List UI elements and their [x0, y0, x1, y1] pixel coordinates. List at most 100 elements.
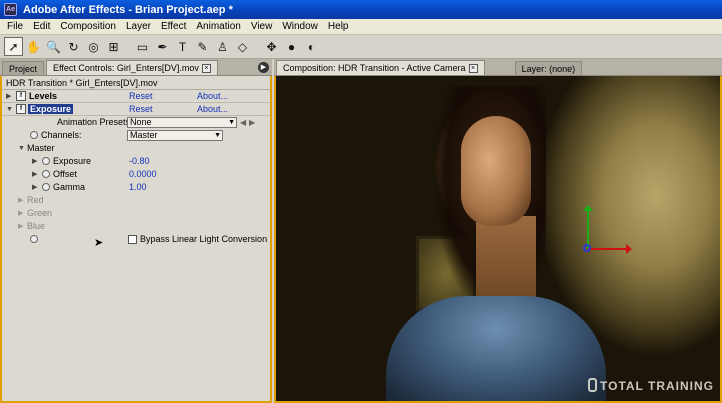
menu-animation[interactable]: Animation	[191, 19, 245, 35]
animation-presets-label: Animation Presets:	[57, 117, 133, 127]
channels-value: Master	[130, 130, 158, 140]
exposure-value-scrubber[interactable]: -0.80	[129, 155, 150, 168]
param-exposure-row: ▶ Exposure -0.80	[2, 155, 270, 168]
channels-row: Channels: Master ▼	[2, 129, 270, 142]
effect-controls-panel: Project Effect Controls: Girl_Enters[DV]…	[0, 59, 272, 403]
expand-triangle-icon[interactable]: ▶	[32, 181, 37, 194]
close-tab-icon[interactable]: ×	[201, 64, 211, 74]
bypass-checkbox[interactable]	[128, 235, 137, 244]
composition-viewer[interactable]: TOTAL TRAINING	[274, 76, 722, 403]
collapse-triangle-icon[interactable]: ▼	[18, 142, 25, 155]
animation-presets-dropdown[interactable]: None ▼	[127, 117, 237, 128]
after-effects-app-icon: Ae	[4, 3, 17, 16]
bypass-row: Bypass Linear Light Conversion	[2, 233, 270, 246]
rotation-tool-icon[interactable]: ↻	[64, 37, 83, 56]
menu-view[interactable]: View	[246, 19, 278, 35]
chevron-down-icon: ▼	[214, 132, 221, 139]
menu-layer[interactable]: Layer	[121, 19, 156, 35]
prev-preset-icon[interactable]: ◀	[240, 116, 246, 129]
effect-name: Exposure	[28, 104, 74, 114]
close-tab-icon[interactable]: ×	[468, 64, 478, 74]
left-panel-tabs: Project Effect Controls: Girl_Enters[DV]…	[0, 59, 272, 76]
menu-effect[interactable]: Effect	[156, 19, 191, 35]
composition-panel: Composition: HDR Transition - Active Cam…	[274, 59, 722, 403]
fx-toggle-icon[interactable]: f	[16, 104, 26, 114]
master-label: Master	[27, 143, 55, 153]
clone-stamp-tool-icon[interactable]: ♙	[213, 37, 232, 56]
gamma-value-scrubber[interactable]: 1.00	[129, 181, 147, 194]
rectangle-mask-tool-icon[interactable]: ▭	[133, 37, 152, 56]
z-axis-gizmo[interactable]	[583, 244, 591, 252]
zoom-tool-icon[interactable]: 🔍	[44, 37, 63, 56]
menu-file[interactable]: File	[2, 19, 28, 35]
about-button[interactable]: About...	[197, 90, 228, 103]
stopwatch-icon[interactable]	[30, 131, 38, 139]
group-green-row[interactable]: ▶ Green	[2, 207, 270, 220]
view-axis-mode-icon[interactable]: ◐	[302, 37, 321, 56]
effect-controls-body: HDR Transition * Girl_Enters[DV].mov ▶ f…	[0, 76, 272, 403]
eraser-tool-icon[interactable]: ◇	[233, 37, 252, 56]
collapse-triangle-icon[interactable]: ▼	[6, 103, 13, 116]
reset-button[interactable]: Reset	[129, 90, 153, 103]
group-blue-row[interactable]: ▶ Blue	[2, 220, 270, 233]
stopwatch-icon[interactable]	[42, 170, 50, 178]
local-axis-mode-icon[interactable]: ✥	[262, 37, 281, 56]
about-button[interactable]: About...	[197, 103, 228, 116]
bypass-label: Bypass Linear Light Conversion	[140, 234, 268, 244]
param-offset-row: ▶ Offset 0.0000	[2, 168, 270, 181]
hand-tool-icon[interactable]: ✋	[24, 37, 43, 56]
stopwatch-icon[interactable]	[30, 235, 38, 243]
tab-layer[interactable]: Layer: (none)	[514, 61, 583, 75]
stopwatch-icon[interactable]	[42, 183, 50, 191]
next-preset-icon[interactable]: ▶	[249, 116, 255, 129]
effect-controls-header: HDR Transition * Girl_Enters[DV].mov	[2, 76, 270, 90]
channels-dropdown[interactable]: Master ▼	[127, 130, 223, 141]
expand-triangle-icon[interactable]: ▶	[18, 194, 23, 207]
selection-tool-icon[interactable]: ➚	[4, 37, 23, 56]
menu-edit[interactable]: Edit	[28, 19, 55, 35]
animation-presets-value: None	[130, 117, 152, 127]
expand-triangle-icon[interactable]: ▶	[32, 168, 37, 181]
effect-exposure-row[interactable]: ▼ f Exposure Reset About...	[2, 103, 270, 116]
world-axis-mode-icon[interactable]: ●	[282, 37, 301, 56]
stopwatch-icon[interactable]	[42, 157, 50, 165]
tab-project[interactable]: Project	[2, 61, 45, 75]
effect-name: Levels	[29, 91, 58, 101]
x-axis-gizmo[interactable]	[588, 244, 632, 254]
reset-button[interactable]: Reset	[129, 103, 153, 116]
menu-composition[interactable]: Composition	[55, 19, 121, 35]
tab-composition[interactable]: Composition: HDR Transition - Active Cam…	[276, 60, 485, 75]
group-label: Blue	[27, 221, 46, 231]
offset-value-scrubber[interactable]: 0.0000	[129, 168, 157, 181]
right-panel-tabs: Composition: HDR Transition - Active Cam…	[274, 59, 722, 76]
brush-tool-icon[interactable]: ✎	[193, 37, 212, 56]
panel-menu-arrow-icon[interactable]: ▶	[258, 62, 269, 73]
total-training-watermark: TOTAL TRAINING	[588, 378, 714, 393]
effect-levels-row[interactable]: ▶ f Levels Reset About...	[2, 90, 270, 103]
menu-help[interactable]: Help	[323, 19, 354, 35]
group-label: Green	[27, 208, 53, 218]
subject-shirt	[386, 296, 606, 401]
pan-behind-tool-icon[interactable]: ⊞	[104, 37, 123, 56]
menu-bar: File Edit Composition Layer Effect Anima…	[0, 19, 722, 35]
chevron-down-icon: ▼	[228, 119, 235, 126]
subject-neck	[476, 216, 536, 306]
tab-composition-label: Composition: HDR Transition - Active Cam…	[283, 63, 466, 73]
param-label: Gamma	[53, 182, 86, 192]
param-label: Exposure	[53, 156, 92, 166]
mouse-pointer-icon: ➤	[94, 237, 104, 249]
orbit-camera-tool-icon[interactable]: ◎	[84, 37, 103, 56]
param-label: Offset	[53, 169, 77, 179]
expand-triangle-icon[interactable]: ▶	[6, 90, 11, 103]
group-red-row[interactable]: ▶ Red	[2, 194, 270, 207]
expand-triangle-icon[interactable]: ▶	[32, 155, 37, 168]
pen-tool-icon[interactable]: ✒	[153, 37, 172, 56]
type-tool-icon[interactable]: T	[173, 37, 192, 56]
menu-window[interactable]: Window	[277, 19, 323, 35]
master-group-row[interactable]: ▼ Master	[2, 142, 270, 155]
expand-triangle-icon[interactable]: ▶	[18, 220, 23, 233]
effect-name-wrapper: Exposure	[28, 103, 74, 116]
tab-effect-controls[interactable]: Effect Controls: Girl_Enters[DV].mov ×	[46, 60, 218, 75]
fx-toggle-icon[interactable]: f	[16, 91, 26, 101]
expand-triangle-icon[interactable]: ▶	[18, 207, 23, 220]
